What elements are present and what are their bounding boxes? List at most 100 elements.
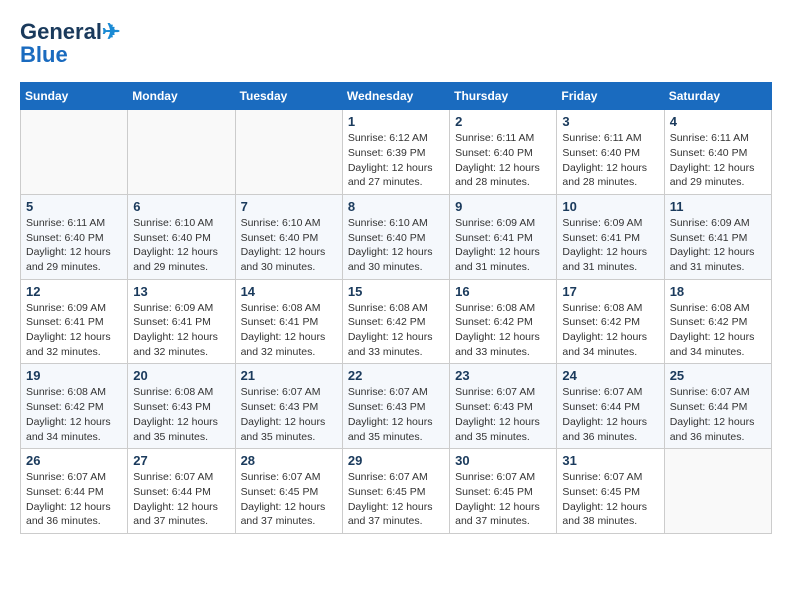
logo-blue: Blue <box>20 44 68 66</box>
day-number: 22 <box>348 368 444 383</box>
day-number: 2 <box>455 114 551 129</box>
day-cell: 24Sunrise: 6:07 AMSunset: 6:44 PMDayligh… <box>557 364 664 449</box>
week-row-4: 19Sunrise: 6:08 AMSunset: 6:42 PMDayligh… <box>21 364 772 449</box>
weekday-header-friday: Friday <box>557 83 664 110</box>
logo-text: General✈ <box>20 20 120 44</box>
day-info: Sunrise: 6:07 AMSunset: 6:43 PMDaylight:… <box>455 385 551 444</box>
day-cell: 12 Sunrise: 6:09 AMSunset: 6:41 PMDayligh… <box>21 279 128 364</box>
day-cell: 29 Sunrise: 6:07 AMSunset: 6:45 PMDayligh… <box>342 449 449 534</box>
day-info: Sunrise: 6:08 AMSunset: 6:42 PMDaylight:… <box>348 301 444 360</box>
day-number: 3 <box>562 114 658 129</box>
day-info: Sunrise: 6:09 AMSunset: 6:41 PMDaylight:… <box>26 301 122 360</box>
day-info: Sunrise: 6:11 AMSunset: 6:40 PMDaylight:… <box>562 131 658 190</box>
day-info: Sunrise: 6:07 AMSunset: 6:44 PMDaylight:… <box>133 470 229 529</box>
day-cell <box>21 110 128 195</box>
day-info: Sunrise: 6:11 AMSunset: 6:40 PMDaylight:… <box>26 216 122 275</box>
day-info: Sunrise: 6:08 AMSunset: 6:43 PMDaylight:… <box>133 385 229 444</box>
day-number: 7 <box>241 199 337 214</box>
day-info: Sunrise: 6:07 AMSunset: 6:45 PMDaylight:… <box>348 470 444 529</box>
day-number: 21 <box>241 368 337 383</box>
day-info: Sunrise: 6:10 AMSunset: 6:40 PMDaylight:… <box>133 216 229 275</box>
day-number: 11 <box>670 199 766 214</box>
day-info: Sunrise: 6:07 AMSunset: 6:45 PMDaylight:… <box>455 470 551 529</box>
day-number: 24 <box>562 368 658 383</box>
weekday-header-thursday: Thursday <box>450 83 557 110</box>
day-number: 14 <box>241 284 337 299</box>
day-cell: 1Sunrise: 6:12 AMSunset: 6:39 PMDaylight… <box>342 110 449 195</box>
day-cell <box>128 110 235 195</box>
week-row-2: 5 Sunrise: 6:11 AMSunset: 6:40 PMDaylight… <box>21 194 772 279</box>
day-info: Sunrise: 6:07 AMSunset: 6:44 PMDaylight:… <box>670 385 766 444</box>
day-info: Sunrise: 6:07 AMSunset: 6:45 PMDaylight:… <box>562 470 658 529</box>
day-cell: 10 Sunrise: 6:09 AMSunset: 6:41 PMDayligh… <box>557 194 664 279</box>
day-number: 31 <box>562 453 658 468</box>
day-number: 23 <box>455 368 551 383</box>
day-number: 10 <box>562 199 658 214</box>
week-row-3: 12 Sunrise: 6:09 AMSunset: 6:41 PMDayligh… <box>21 279 772 364</box>
day-number: 26 <box>26 453 122 468</box>
week-row-1: 1Sunrise: 6:12 AMSunset: 6:39 PMDaylight… <box>21 110 772 195</box>
day-cell: 26 Sunrise: 6:07 AMSunset: 6:44 PMDayligh… <box>21 449 128 534</box>
day-info: Sunrise: 6:09 AMSunset: 6:41 PMDaylight:… <box>133 301 229 360</box>
day-number: 25 <box>670 368 766 383</box>
day-number: 4 <box>670 114 766 129</box>
day-number: 9 <box>455 199 551 214</box>
day-cell: 6Sunrise: 6:10 AMSunset: 6:40 PMDaylight… <box>128 194 235 279</box>
week-row-5: 26 Sunrise: 6:07 AMSunset: 6:44 PMDayligh… <box>21 449 772 534</box>
day-cell: 4 Sunrise: 6:11 AMSunset: 6:40 PMDaylight… <box>664 110 771 195</box>
day-cell: 15 Sunrise: 6:08 AMSunset: 6:42 PMDayligh… <box>342 279 449 364</box>
day-number: 17 <box>562 284 658 299</box>
day-number: 15 <box>348 284 444 299</box>
day-number: 28 <box>241 453 337 468</box>
day-info: Sunrise: 6:07 AMSunset: 6:44 PMDaylight:… <box>26 470 122 529</box>
day-cell: 28 Sunrise: 6:07 AMSunset: 6:45 PMDayligh… <box>235 449 342 534</box>
day-number: 1 <box>348 114 444 129</box>
weekday-header-tuesday: Tuesday <box>235 83 342 110</box>
day-info: Sunrise: 6:10 AMSunset: 6:40 PMDaylight:… <box>241 216 337 275</box>
day-number: 30 <box>455 453 551 468</box>
day-info: Sunrise: 6:10 AMSunset: 6:40 PMDaylight:… <box>348 216 444 275</box>
day-info: Sunrise: 6:09 AMSunset: 6:41 PMDaylight:… <box>562 216 658 275</box>
day-cell: 17Sunrise: 6:08 AMSunset: 6:42 PMDayligh… <box>557 279 664 364</box>
day-cell: 21Sunrise: 6:07 AMSunset: 6:43 PMDayligh… <box>235 364 342 449</box>
logo: General✈ Blue <box>20 20 120 66</box>
day-info: Sunrise: 6:11 AMSunset: 6:40 PMDaylight:… <box>455 131 551 190</box>
day-number: 18 <box>670 284 766 299</box>
day-cell <box>664 449 771 534</box>
day-cell: 3 Sunrise: 6:11 AMSunset: 6:40 PMDaylight… <box>557 110 664 195</box>
day-cell: 2 Sunrise: 6:11 AMSunset: 6:40 PMDaylight… <box>450 110 557 195</box>
day-cell: 20 Sunrise: 6:08 AMSunset: 6:43 PMDayligh… <box>128 364 235 449</box>
day-number: 8 <box>348 199 444 214</box>
day-info: Sunrise: 6:07 AMSunset: 6:43 PMDaylight:… <box>348 385 444 444</box>
day-cell: 31 Sunrise: 6:07 AMSunset: 6:45 PMDayligh… <box>557 449 664 534</box>
weekday-header-row: SundayMondayTuesdayWednesdayThursdayFrid… <box>21 83 772 110</box>
day-cell: 16 Sunrise: 6:08 AMSunset: 6:42 PMDayligh… <box>450 279 557 364</box>
day-number: 5 <box>26 199 122 214</box>
day-cell: 13Sunrise: 6:09 AMSunset: 6:41 PMDayligh… <box>128 279 235 364</box>
day-cell: 19Sunrise: 6:08 AMSunset: 6:42 PMDayligh… <box>21 364 128 449</box>
day-info: Sunrise: 6:08 AMSunset: 6:42 PMDaylight:… <box>670 301 766 360</box>
day-info: Sunrise: 6:08 AMSunset: 6:41 PMDaylight:… <box>241 301 337 360</box>
day-number: 29 <box>348 453 444 468</box>
day-cell: 8 Sunrise: 6:10 AMSunset: 6:40 PMDaylight… <box>342 194 449 279</box>
day-cell: 18 Sunrise: 6:08 AMSunset: 6:42 PMDayligh… <box>664 279 771 364</box>
day-cell: 7 Sunrise: 6:10 AMSunset: 6:40 PMDaylight… <box>235 194 342 279</box>
day-number: 27 <box>133 453 229 468</box>
day-number: 16 <box>455 284 551 299</box>
day-cell <box>235 110 342 195</box>
weekday-header-saturday: Saturday <box>664 83 771 110</box>
day-cell: 23 Sunrise: 6:07 AMSunset: 6:43 PMDayligh… <box>450 364 557 449</box>
day-info: Sunrise: 6:07 AMSunset: 6:45 PMDaylight:… <box>241 470 337 529</box>
day-info: Sunrise: 6:08 AMSunset: 6:42 PMDaylight:… <box>455 301 551 360</box>
day-cell: 25 Sunrise: 6:07 AMSunset: 6:44 PMDayligh… <box>664 364 771 449</box>
day-cell: 14 Sunrise: 6:08 AMSunset: 6:41 PMDayligh… <box>235 279 342 364</box>
day-cell: 22 Sunrise: 6:07 AMSunset: 6:43 PMDayligh… <box>342 364 449 449</box>
day-info: Sunrise: 6:09 AMSunset: 6:41 PMDaylight:… <box>670 216 766 275</box>
day-number: 12 <box>26 284 122 299</box>
day-info: Sunrise: 6:11 AMSunset: 6:40 PMDaylight:… <box>670 131 766 190</box>
weekday-header-monday: Monday <box>128 83 235 110</box>
day-number: 20 <box>133 368 229 383</box>
page-header: General✈ Blue <box>20 20 772 66</box>
weekday-header-wednesday: Wednesday <box>342 83 449 110</box>
day-cell: 5 Sunrise: 6:11 AMSunset: 6:40 PMDaylight… <box>21 194 128 279</box>
